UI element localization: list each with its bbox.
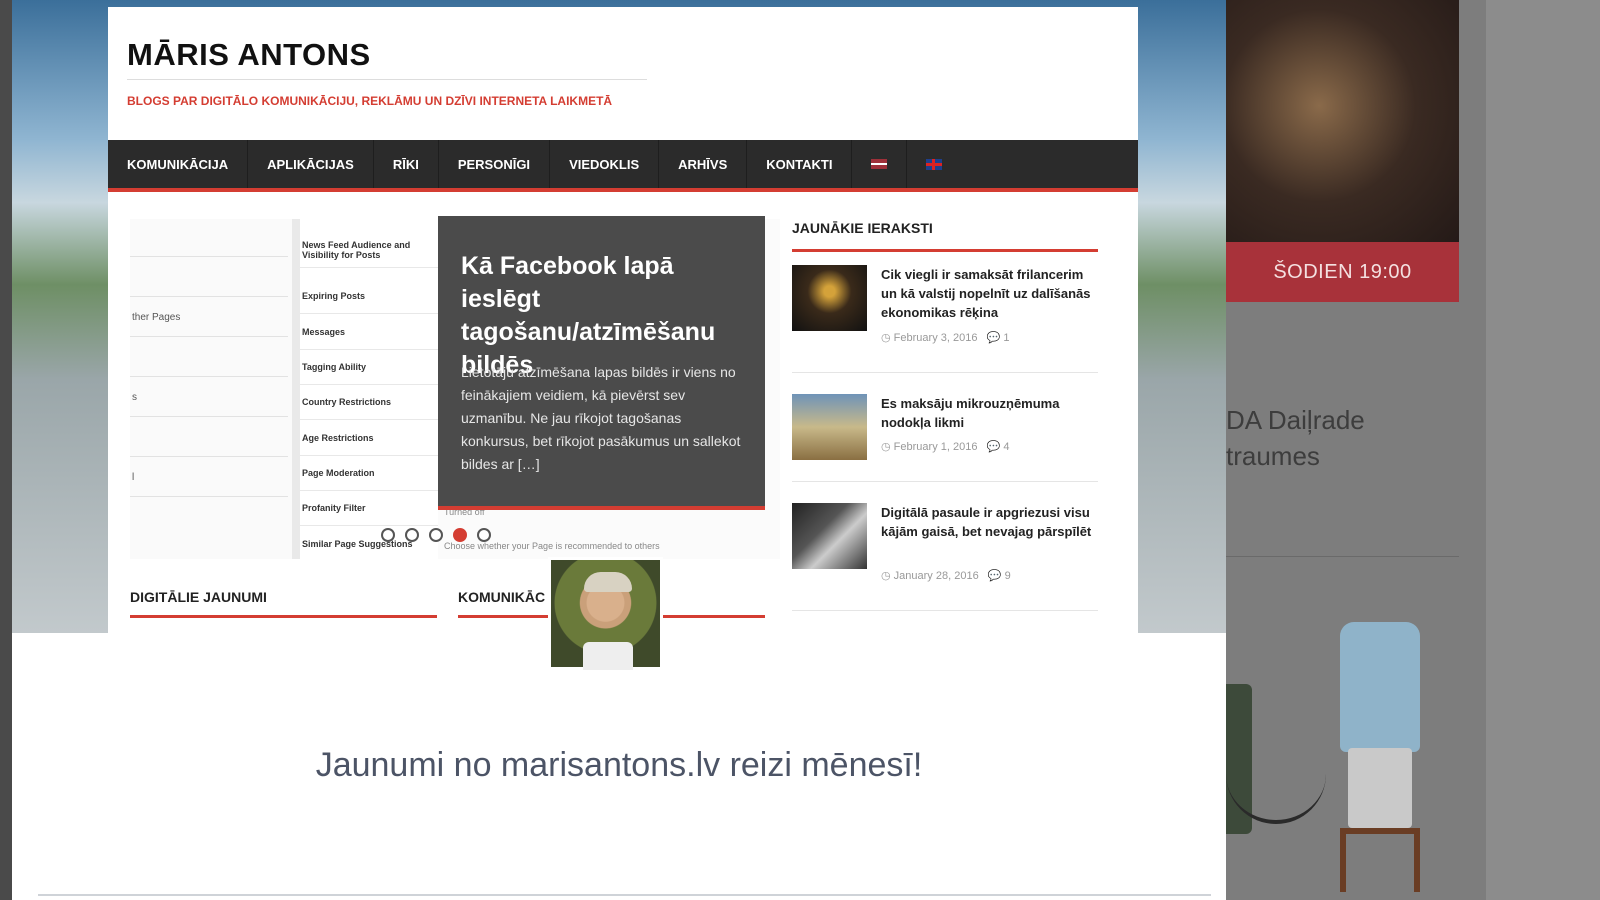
ad-banner-time: ŠODIEN 19:00: [1226, 242, 1459, 302]
fb-note: Choose whether your Page is recommended …: [444, 541, 660, 551]
modal-divider: [38, 894, 1211, 896]
background-left-strip: [0, 0, 12, 900]
post-comments: 9: [1004, 570, 1011, 582]
ad-banner-dance[interactable]: ŠODIEN 19:00: [1226, 0, 1459, 302]
comment-icon: 💬: [986, 441, 1001, 453]
section-underline: [130, 615, 437, 618]
fb-row: [130, 339, 288, 377]
latvia-flag-icon: [871, 159, 888, 169]
title-divider: [127, 79, 647, 80]
nav-item-en: [907, 140, 961, 188]
slide-excerpt: Lietotāju atzīmēšana lapas bildēs ir vie…: [461, 364, 741, 472]
clock-icon: ◷: [881, 441, 891, 453]
site-title: MĀRIS ANTONS: [127, 37, 371, 72]
newsletter-modal: MĀRIS ANTONS BLOGS PAR DIGITĀLO KOMUNIKĀ…: [12, 0, 1226, 900]
water-stand-icon: [1340, 828, 1420, 892]
nav-item-kontakti: KONTAKTI: [747, 140, 853, 188]
comment-icon: 💬: [987, 570, 1002, 582]
ad-text: DA Daiļrade traumes: [1226, 402, 1365, 474]
ad-text-line-2: traumes: [1226, 441, 1320, 471]
clock-icon: ◷: [881, 332, 891, 344]
fb-setting: Page Moderation: [300, 456, 438, 491]
fb-setting: Profanity Filter: [300, 491, 438, 526]
blog-screenshot: MĀRIS ANTONS BLOGS PAR DIGITĀLO KOMUNIKĀ…: [108, 7, 1138, 633]
slider-dots: [381, 528, 491, 542]
section-komunikacija: KOMUNIKĀC: [458, 589, 546, 605]
featured-slide: Kā Facebook lapā ieslēgt tagošanu/atzīmē…: [438, 216, 765, 510]
ad-water-cooler[interactable]: [1300, 622, 1430, 892]
post-divider: [792, 610, 1098, 611]
nav-item-aplikacijas: APLIKĀCIJAS: [248, 140, 374, 188]
nav-item-personigi: PERSONĪGI: [439, 140, 551, 188]
water-dispenser-icon: [1348, 748, 1412, 828]
fb-setting: Country Restrictions: [300, 385, 438, 420]
fb-left-column: ther Pages s l: [130, 219, 300, 559]
post-meta: ◷ February 3, 2016 💬 1: [881, 331, 1010, 344]
uk-flag-icon: [926, 158, 943, 170]
fb-row: ther Pages: [130, 299, 288, 337]
modal-headline: Jaunumi no marisantons.lv reizi mēnesī!: [315, 746, 923, 784]
nav-item-lv: [852, 140, 908, 188]
post-title: Digitālā pasaule ir apgriezusi visu kājā…: [881, 505, 1092, 539]
post-date: February 1, 2016: [893, 441, 978, 453]
post-comments: 1: [1003, 332, 1010, 344]
slider-dot: [429, 528, 443, 542]
fb-row: [130, 419, 288, 457]
post-date: January 28, 2016: [893, 570, 979, 582]
sidebar-heading: JAUNĀKIE IERAKSTI: [792, 220, 933, 236]
post-thumbnail: [792, 394, 867, 460]
background-divider: [1226, 556, 1459, 557]
post-meta: ◷ February 1, 2016 💬 4: [881, 440, 1010, 453]
fb-setting: News Feed Audience and Visibility for Po…: [300, 233, 438, 268]
comment-icon: 💬: [986, 332, 1001, 344]
sidebar-underline: [792, 249, 1098, 252]
background-right-shade: [1486, 0, 1600, 900]
nav-item-viedoklis: VIEDOKLIS: [550, 140, 660, 188]
nav-item-arhivs: ARHĪVS: [659, 140, 748, 188]
site-tagline: BLOGS PAR DIGITĀLO KOMUNIKĀCIJU, REKLĀMU…: [127, 94, 613, 108]
fb-setting: Tagging Ability: [300, 350, 438, 385]
slider-dot: [405, 528, 419, 542]
post-title: Es maksāju mikrouzņēmuma nodokļa likmi: [881, 396, 1060, 430]
fb-row: s: [130, 379, 288, 417]
slider-dot: [477, 528, 491, 542]
fb-row: [130, 259, 288, 297]
author-avatar: [548, 557, 663, 670]
post-meta: ◷ January 28, 2016 💬 9: [881, 569, 1011, 582]
post-divider: [792, 372, 1098, 373]
fb-settings-column: News Feed Audience and Visibility for Po…: [300, 219, 438, 559]
main-nav: KOMUNIKĀCIJA APLIKĀCIJAS RĪKI PERSONĪGI …: [108, 140, 1138, 192]
clock-icon: ◷: [881, 570, 891, 582]
ad-text-line-1: DA Daiļrade: [1226, 405, 1365, 435]
slider-dot: [381, 528, 395, 542]
post-comments: 4: [1003, 441, 1010, 453]
fb-row: l: [130, 459, 288, 497]
nav-item-riki: RĪKI: [374, 140, 439, 188]
fb-setting: Expiring Posts: [300, 279, 438, 314]
post-thumbnail: [792, 503, 867, 569]
fb-setting: Messages: [300, 315, 438, 350]
post-thumbnail: [792, 265, 867, 331]
water-bottle-icon: [1340, 622, 1420, 752]
fb-row: [130, 509, 288, 547]
post-title: Cik viegli ir samaksāt frilancerim un kā…: [881, 267, 1091, 320]
post-date: February 3, 2016: [893, 332, 978, 344]
slider-dot-active: [453, 528, 467, 542]
nav-item-komunikacija: KOMUNIKĀCIJA: [108, 140, 249, 188]
fb-row: [130, 219, 288, 257]
fb-setting: Age Restrictions: [300, 421, 438, 456]
post-divider: [792, 481, 1098, 482]
section-digitalie-jaunumi: DIGITĀLIE JAUNUMI: [130, 589, 267, 605]
